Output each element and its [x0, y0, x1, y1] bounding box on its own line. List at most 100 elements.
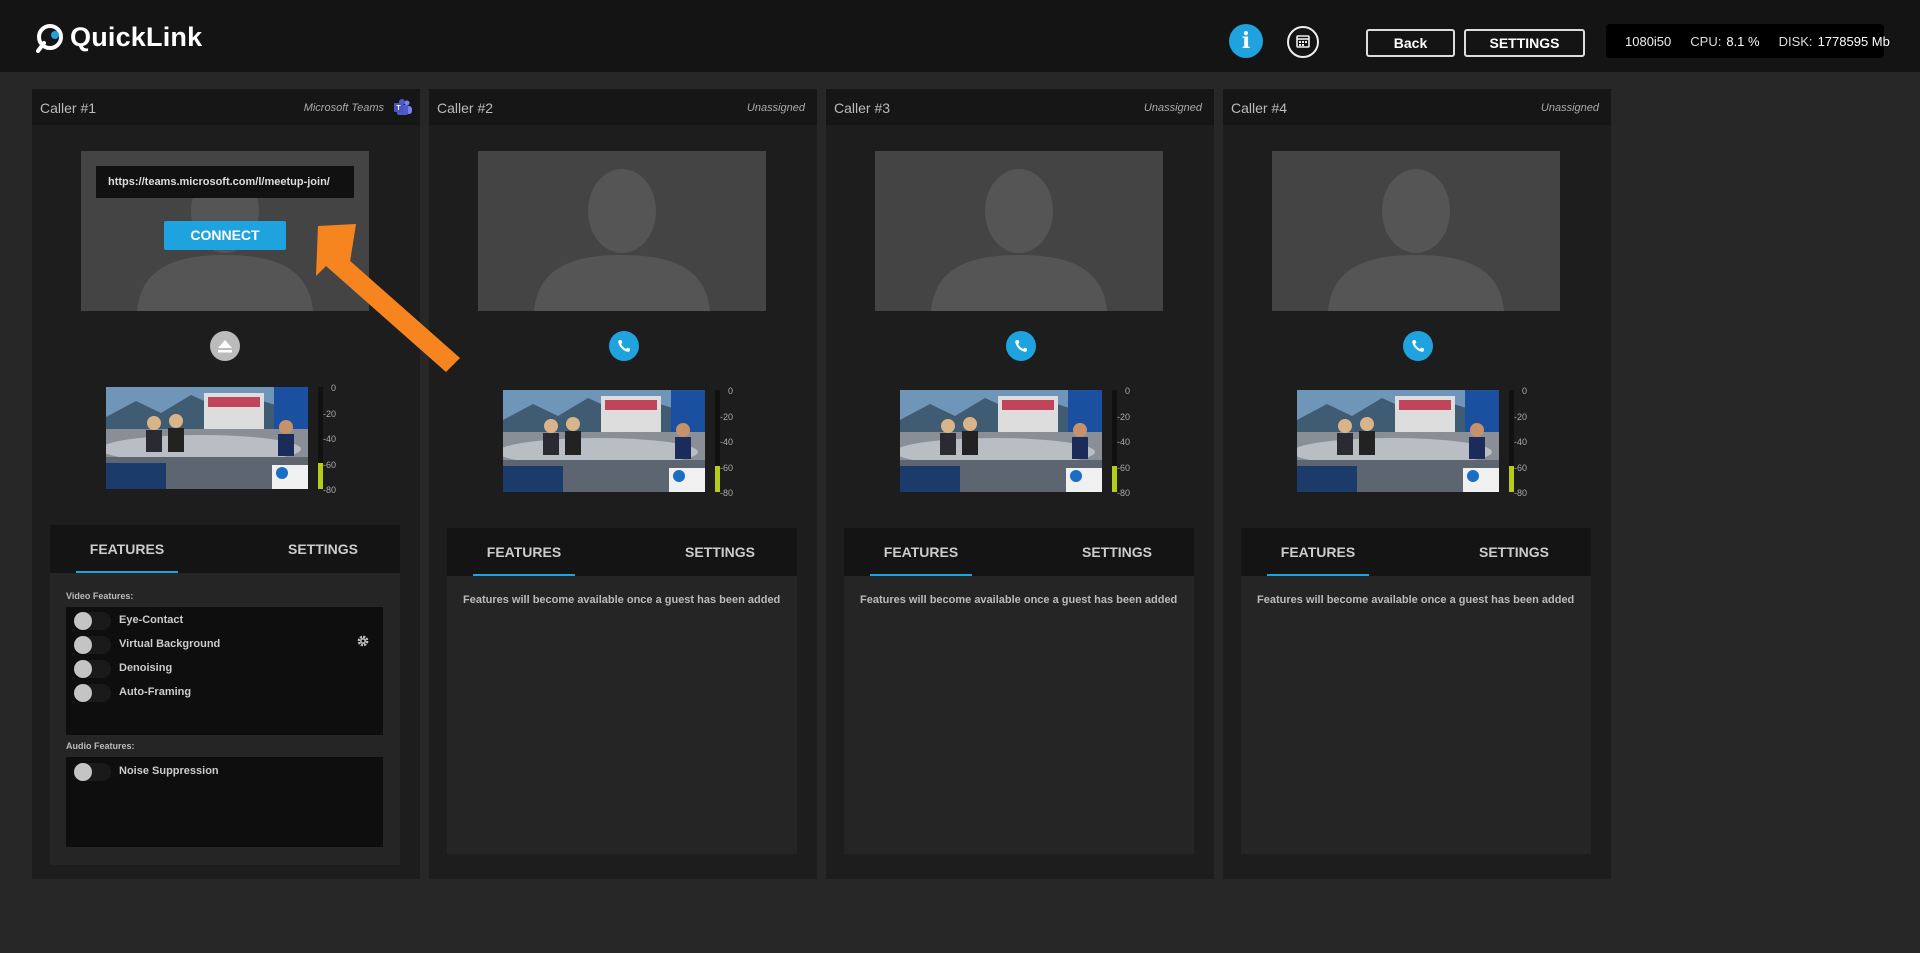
meeting-url-input[interactable]: https://teams.microsoft.com/l/meetup-joi… [96, 166, 354, 198]
meter-scale-label: -40 [1513, 437, 1527, 447]
disk-label: DISK: [1778, 33, 1813, 49]
tab-features[interactable]: FEATURES [870, 528, 972, 576]
caller-video [1272, 151, 1560, 311]
meter-scale-label: -20 [1513, 411, 1527, 422]
eject-button[interactable] [210, 331, 240, 361]
program-preview-image [900, 390, 1102, 492]
video-features-label: Video Features: [66, 591, 134, 601]
feature-toggle[interactable] [74, 763, 111, 781]
features-area: Features will become available once a gu… [844, 576, 1194, 854]
features-area: Features will become available once a gu… [447, 576, 797, 854]
feature-toggle[interactable] [74, 684, 111, 702]
toggle-knob [74, 612, 92, 630]
meter-scale-label: -60 [1116, 462, 1130, 473]
program-preview [900, 390, 1102, 492]
caller-status: Unassigned [746, 102, 805, 114]
settings-button[interactable]: SETTINGS [1464, 29, 1585, 57]
features-empty-message: Features will become available once a gu… [1257, 594, 1575, 606]
program-preview [503, 390, 705, 492]
disk-value: 1778595 Mb [1817, 33, 1890, 49]
caller-status: Unassigned [1540, 102, 1599, 114]
info-button[interactable]: i [1229, 24, 1263, 58]
caller-status: Unassigned [1143, 102, 1202, 114]
program-preview-image [1297, 390, 1499, 492]
caller-video [875, 151, 1163, 311]
feature-toggle[interactable] [74, 612, 111, 630]
caller-tabs: FEATURES SETTINGS [447, 528, 797, 576]
audio-features-list: Noise Suppression [66, 757, 383, 847]
caller-tabs: FEATURES SETTINGS [844, 528, 1194, 576]
call-button[interactable] [1403, 331, 1433, 361]
meter-scale-label: -40 [322, 434, 336, 444]
meter-scale-label: -40 [1116, 437, 1130, 447]
meter-scale-label: 0 [1124, 386, 1130, 396]
feature-toggle[interactable] [74, 660, 111, 678]
meter-scale-label: -40 [719, 437, 733, 447]
avatar-placeholder-icon [1328, 169, 1504, 311]
meter-scale-label: -60 [322, 459, 336, 470]
meter-scale-label: 0 [330, 383, 336, 393]
meter-scale-label: -20 [719, 411, 733, 422]
call-button[interactable] [609, 331, 639, 361]
phone-icon [1412, 340, 1424, 352]
feature-label: Denoising [119, 662, 173, 674]
tab-settings[interactable]: SETTINGS [272, 525, 374, 573]
features-empty-message: Features will become available once a gu… [860, 594, 1178, 606]
feature-label: Noise Suppression [119, 765, 219, 777]
toggle-knob [74, 684, 92, 702]
cpu-value: 8.1 % [1726, 33, 1760, 49]
calendar-button[interactable] [1287, 26, 1319, 58]
feature-label: Eye-Contact [119, 614, 184, 626]
caller-tabs: FEATURES SETTINGS [50, 525, 400, 573]
tab-features[interactable]: FEATURES [76, 525, 178, 573]
caller-video [478, 151, 766, 311]
caller-panel: Caller #2 Unassigned 0 -20 -40 -60 -80 FEATURES… [429, 89, 817, 879]
caller-panel-header: Caller #2 Unassigned [429, 89, 817, 125]
tab-settings[interactable]: SETTINGS [669, 528, 771, 576]
tab-features[interactable]: FEATURES [1267, 528, 1369, 576]
gear-icon[interactable] [356, 634, 370, 653]
top-bar: QuickLink i Back SETTINGS 1080i50 CPU: 8… [0, 0, 1920, 72]
microsoft-teams-icon: T [394, 99, 412, 116]
caller-title: Caller #3 [834, 100, 891, 116]
program-preview-image [106, 387, 308, 489]
meter-scale-label: -80 [322, 485, 336, 495]
video-format: 1080i50 [1625, 33, 1672, 49]
calendar-icon [1296, 35, 1310, 48]
tab-settings[interactable]: SETTINGS [1463, 528, 1565, 576]
caller-panel-header: Caller #3 Unassigned [826, 89, 1214, 125]
meter-scale-label: -60 [1513, 462, 1527, 473]
phone-icon [1015, 340, 1027, 352]
avatar-placeholder-icon [534, 169, 710, 311]
feature-toggle[interactable] [74, 636, 111, 654]
connect-button[interactable]: CONNECT [164, 221, 286, 250]
logo-text: QuickLink [70, 22, 203, 52]
feature-label: Auto-Framing [119, 686, 192, 698]
caller-title: Caller #1 [40, 100, 97, 116]
meter-scale-label: -80 [719, 488, 733, 498]
caller-panel: Caller #1 Microsoft Teams Thttps://teams.m… [32, 89, 420, 879]
features-empty-message: Features will become available once a gu… [463, 594, 781, 606]
tab-settings[interactable]: SETTINGS [1066, 528, 1168, 576]
meter-scale-label: 0 [1521, 386, 1527, 396]
program-preview [1297, 390, 1499, 492]
caller-panel: Caller #4 Unassigned 0 -20 -40 -60 -80 FEATURES… [1223, 89, 1611, 879]
back-button[interactable]: Back [1366, 29, 1455, 57]
caller-panel: Caller #3 Unassigned 0 -20 -40 -60 -80 FEATURES… [826, 89, 1214, 879]
audio-features-label: Audio Features: [66, 741, 135, 751]
tab-features[interactable]: FEATURES [473, 528, 575, 576]
quicklink-logo-icon [36, 23, 63, 53]
feature-label: Virtual Background [119, 638, 221, 650]
caller-status: Microsoft Teams [303, 102, 384, 114]
features-area: Video Features: Eye-Contact Virtual Backgr… [50, 573, 400, 865]
toggle-knob [74, 763, 92, 781]
meter-scale-label: 0 [727, 386, 733, 396]
caller-panel-header: Caller #4 Unassigned [1223, 89, 1611, 125]
meter-scale-label: -80 [1116, 488, 1130, 498]
quicklink-logo: QuickLink [36, 22, 202, 53]
meter-scale-label: -20 [1116, 411, 1130, 422]
program-preview [106, 387, 308, 489]
call-button[interactable] [1006, 331, 1036, 361]
caller-tabs: FEATURES SETTINGS [1241, 528, 1591, 576]
meter-scale-label: -20 [322, 408, 336, 419]
